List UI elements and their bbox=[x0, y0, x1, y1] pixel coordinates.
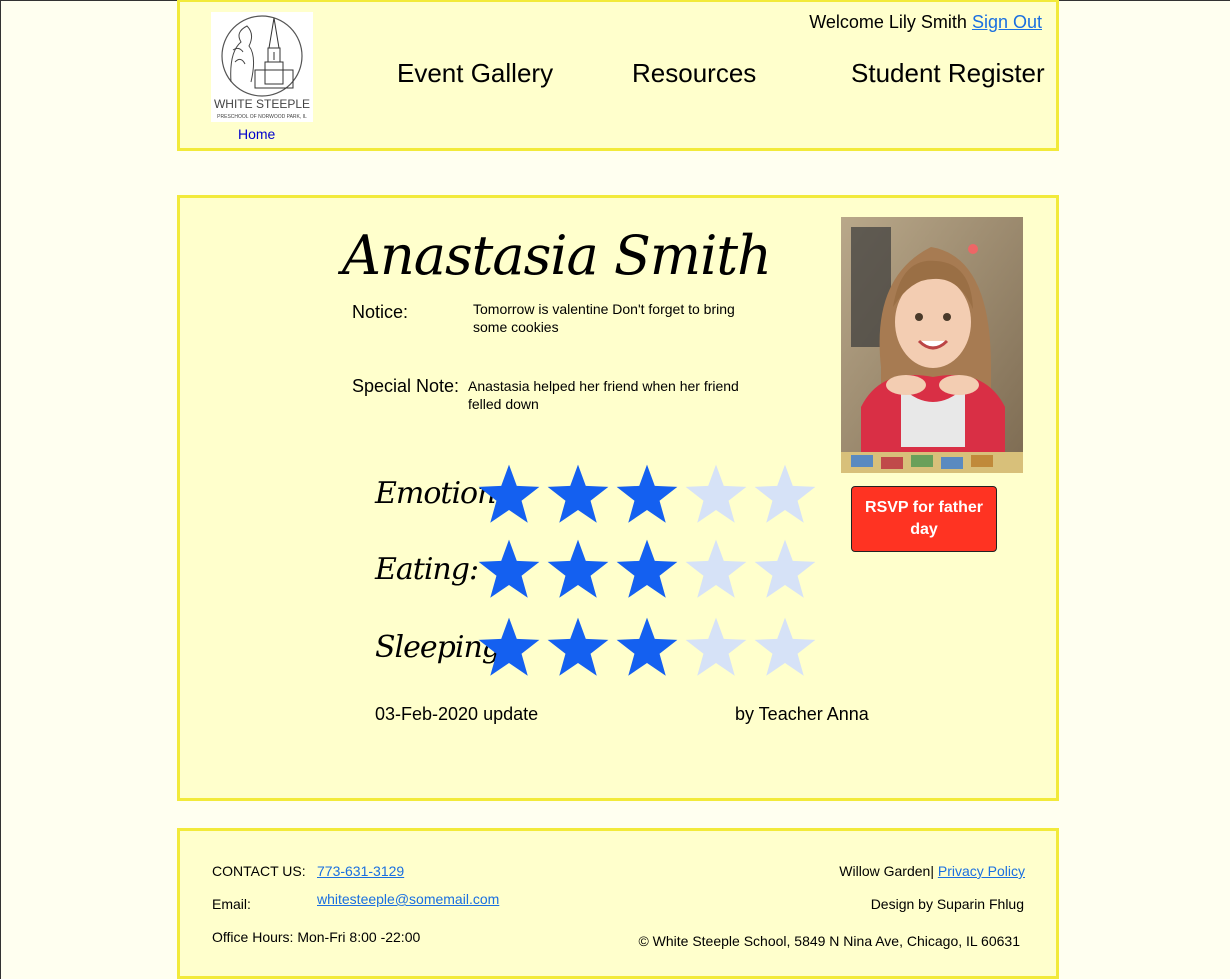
special-note-text: Anastasia helped her friend when her fri… bbox=[468, 378, 739, 412]
copyright: © White Steeple School, 5849 N Nina Ave,… bbox=[638, 933, 1020, 949]
welcome-text: Welcome Lily Smith bbox=[809, 12, 967, 32]
star-filled-icon bbox=[616, 617, 678, 676]
nav-student-register[interactable]: Student Register bbox=[851, 58, 1045, 89]
nav-resources[interactable]: Resources bbox=[632, 58, 756, 89]
willow-garden-text: Willow Garden| bbox=[839, 863, 934, 879]
school-logo[interactable]: WHITE STEEPLE PRESCHOOL OF NORWOOD PARK,… bbox=[211, 12, 313, 122]
emotion-stars bbox=[476, 462, 818, 528]
star-empty-icon bbox=[685, 617, 747, 676]
star-empty-icon bbox=[754, 464, 816, 523]
sign-out-link[interactable]: Sign Out bbox=[972, 12, 1042, 32]
site-footer: CONTACT US: 773-631-3129 Email: whiteste… bbox=[177, 828, 1059, 979]
notice-text: Tomorrow is valentine Don't forget to br… bbox=[473, 301, 735, 335]
email-link[interactable]: whitesteeple@somemail.com bbox=[317, 891, 499, 907]
svg-text:PRESCHOOL OF NORWOOD PARK, IL: PRESCHOOL OF NORWOOD PARK, IL bbox=[217, 114, 307, 120]
star-filled-icon bbox=[547, 617, 609, 676]
rsvp-father-day-button[interactable]: RSVP for father day bbox=[851, 486, 997, 552]
nav-event-gallery[interactable]: Event Gallery bbox=[397, 58, 553, 89]
star-filled-icon bbox=[478, 464, 540, 523]
student-photo bbox=[841, 217, 1023, 473]
email-label: Email: bbox=[212, 896, 251, 912]
star-filled-icon bbox=[616, 539, 678, 598]
sleeping-stars bbox=[476, 615, 818, 681]
star-filled-icon bbox=[547, 464, 609, 523]
student-card: Anastasia Smith Notice: Tomorrow is vale… bbox=[177, 195, 1059, 801]
special-note-label: Special Note: bbox=[352, 376, 460, 396]
svg-text:WHITE STEEPLE: WHITE STEEPLE bbox=[214, 97, 310, 111]
notice-label: Notice: bbox=[352, 302, 409, 322]
star-empty-icon bbox=[685, 539, 747, 598]
update-author: by Teacher Anna bbox=[735, 704, 869, 724]
design-credit: Design by Suparin Fhlug bbox=[870, 896, 1024, 912]
star-filled-icon bbox=[547, 539, 609, 598]
eating-stars bbox=[476, 537, 818, 603]
star-filled-icon bbox=[478, 539, 540, 598]
star-filled-icon bbox=[616, 464, 678, 523]
eating-label: Eating: bbox=[375, 552, 479, 587]
privacy-policy-link[interactable]: Privacy Policy bbox=[938, 863, 1025, 879]
phone-link[interactable]: 773-631-3129 bbox=[317, 863, 404, 879]
home-link[interactable]: Home bbox=[238, 126, 275, 142]
contact-label: CONTACT US: bbox=[212, 863, 306, 879]
site-header: WHITE STEEPLE PRESCHOOL OF NORWOOD PARK,… bbox=[177, 0, 1059, 151]
star-empty-icon bbox=[685, 464, 747, 523]
star-filled-icon bbox=[478, 617, 540, 676]
office-hours: Office Hours: Mon-Fri 8:00 -22:00 bbox=[212, 929, 421, 945]
welcome-area: Welcome Lily Smith Sign Out bbox=[809, 12, 1042, 33]
star-empty-icon bbox=[754, 617, 816, 676]
star-empty-icon bbox=[754, 539, 816, 598]
student-name: Anastasia Smith bbox=[342, 224, 772, 287]
update-date: 03-Feb-2020 update bbox=[375, 704, 539, 724]
